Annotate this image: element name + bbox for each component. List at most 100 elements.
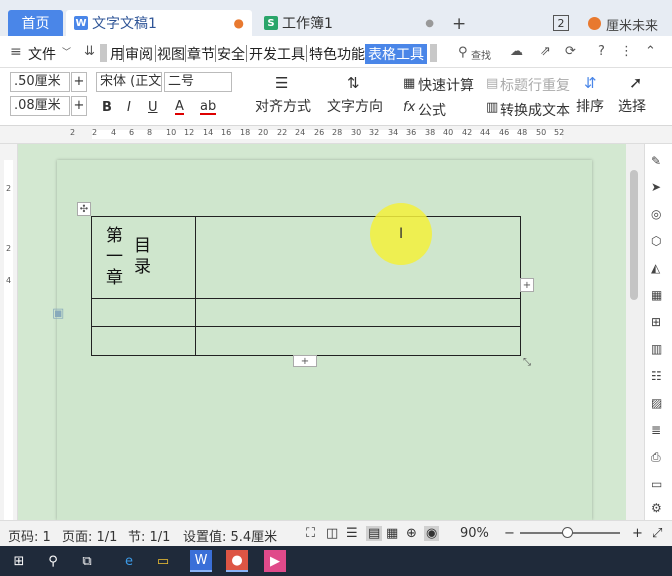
ruler-number: 8 (147, 128, 153, 137)
menu-item-view[interactable]: 视图 (157, 44, 185, 64)
document-table[interactable] (91, 216, 521, 356)
print-icon[interactable]: ⎙ (651, 450, 661, 465)
wps-writer-icon[interactable]: W (190, 550, 212, 572)
page-view-icon[interactable]: ▤ (366, 526, 383, 541)
search-icon[interactable]: ⚲ (458, 45, 468, 60)
outline-icon[interactable]: ☰ (346, 526, 358, 541)
repeat-title-icon: ▤ (486, 76, 499, 91)
sort-button[interactable]: 排序 (576, 96, 604, 116)
align-button[interactable]: 对齐方式 (255, 96, 311, 116)
sync-icon[interactable]: ⟳ (565, 44, 576, 59)
text-direction-icon: ⇅ (347, 74, 360, 92)
formula-button[interactable]: 公式 (418, 100, 446, 120)
highlight-button[interactable]: ab (200, 100, 217, 115)
shapes-icon[interactable]: ⬡ (651, 234, 661, 248)
chart-icon[interactable]: ▥ (651, 342, 662, 356)
cloud-icon[interactable]: ☁ (510, 44, 523, 59)
wps-app-icon[interactable]: ● (226, 550, 248, 572)
zoom-slider-knob[interactable] (562, 527, 573, 538)
convert-text-button[interactable]: 转换成文本 (500, 100, 570, 120)
share-icon[interactable]: ⇗ (540, 44, 551, 59)
menu-item-reference[interactable]: 用 (110, 44, 124, 64)
italic-button[interactable]: I (127, 100, 131, 115)
fit-window-icon[interactable]: ⛶ (306, 526, 315, 541)
more-arrow-icon[interactable]: ⇊ (84, 44, 95, 59)
ruler-number: 14 (203, 128, 214, 137)
repeat-title-button[interactable]: 标题行重复 (500, 75, 570, 95)
ruler-number: 48 (517, 128, 528, 137)
writing-mode-icon[interactable]: ▦ (386, 526, 398, 541)
user-name[interactable]: 厘米未来 (606, 15, 658, 34)
increase-width-button[interactable]: + (71, 96, 87, 116)
menu-file[interactable]: 文件 (28, 44, 56, 64)
fill-icon[interactable]: ◭ (651, 261, 660, 275)
zoom-in-button[interactable]: + (632, 526, 643, 541)
resize-table-icon[interactable]: ⤡ (520, 355, 534, 369)
windows-start-icon[interactable]: ⊞ (8, 550, 30, 572)
underline-button[interactable]: U (148, 100, 158, 115)
file-explorer-icon[interactable]: ▭ (152, 550, 174, 572)
settings-icon[interactable]: ⚙ (651, 501, 662, 515)
pointer-icon[interactable]: ➤ (651, 180, 661, 194)
help-icon[interactable]: ? (598, 44, 605, 59)
select-button[interactable]: 选择 (618, 96, 646, 116)
reading-mode-icon[interactable]: ◫ (326, 526, 338, 541)
menu-scroll-right[interactable] (430, 44, 437, 62)
menu-item-developer[interactable]: 开发工具 (249, 44, 305, 64)
tab-workbook[interactable]: S 工作簿1 ● (256, 10, 442, 36)
collapse-ribbon-icon[interactable]: ⌃ (645, 44, 656, 59)
tab-home-label: 首页 (21, 16, 50, 32)
zoom-out-button[interactable]: − (504, 526, 515, 541)
search-label[interactable]: 查找 (471, 47, 491, 62)
add-column-button[interactable]: + (520, 278, 534, 292)
bold-button[interactable]: B (102, 100, 112, 115)
font-color-button[interactable]: A (175, 100, 184, 115)
tab-home[interactable]: 首页 (8, 10, 63, 36)
menu-item-features[interactable]: 特色功能 (309, 44, 365, 64)
ruler-number: 50 (536, 128, 547, 137)
chevron-down-icon[interactable]: ﹀ (62, 45, 71, 58)
grid-icon[interactable]: ⊞ (651, 315, 661, 329)
menu-item-security[interactable]: 安全 (217, 44, 245, 64)
hamburger-icon[interactable]: ≡ (10, 44, 22, 60)
image-icon[interactable]: ▨ (651, 396, 662, 410)
user-avatar[interactable] (588, 17, 601, 30)
pen-icon[interactable]: ✎ (651, 154, 661, 168)
col-width-field[interactable]: .08厘米 (10, 96, 70, 116)
menu-item-review[interactable]: 审阅 (125, 44, 153, 64)
task-view-icon[interactable]: ⧉ (76, 550, 98, 572)
quick-calc-button[interactable]: 快速计算 (418, 75, 474, 95)
web-view-icon[interactable]: ⊕ (406, 526, 417, 541)
archive-icon[interactable]: ▭ (651, 477, 662, 491)
tab-document[interactable]: W 文字文稿1 ● (66, 10, 252, 36)
table-move-handle-icon[interactable]: ✣ (77, 202, 91, 216)
edge-browser-icon[interactable]: e (118, 550, 140, 572)
window-count-badge[interactable]: 2 (553, 15, 569, 31)
font-size-select[interactable]: 二号 (164, 72, 232, 92)
menu-item-table-tools[interactable]: 表格工具 (365, 44, 427, 64)
table-cell-toc[interactable]: 目录 (128, 236, 153, 278)
zoom-level[interactable]: 90% (460, 526, 489, 541)
eye-protection-icon[interactable]: ◉ (424, 526, 440, 541)
location-icon[interactable]: ◎ (651, 207, 661, 221)
fullscreen-icon[interactable]: ⤢ (652, 526, 662, 541)
table-cell-chapter[interactable]: 第一章 (100, 226, 125, 289)
menu-item-section[interactable]: 章节 (187, 44, 215, 64)
ruler-number: 24 (295, 128, 306, 137)
sliders-icon[interactable]: ☷ (651, 369, 662, 383)
row-height-field[interactable]: .50厘米 (10, 72, 70, 92)
search-taskbar-icon[interactable]: ⚲ (42, 550, 64, 572)
menu-scroll-left[interactable] (100, 44, 107, 62)
scroll-thumb[interactable] (630, 170, 638, 300)
new-tab-button[interactable]: + (452, 14, 466, 34)
more-icon[interactable]: ⋮ (620, 44, 633, 59)
increase-height-button[interactable]: + (71, 72, 87, 92)
font-name-select[interactable]: 宋体 (正文) (96, 72, 162, 92)
paragraph-marker-icon[interactable]: ▣ (52, 306, 64, 321)
list-icon[interactable]: ≣ (651, 423, 661, 437)
add-row-button[interactable]: + (293, 355, 317, 367)
table-icon[interactable]: ▦ (651, 288, 662, 302)
app-icon[interactable]: ▶ (264, 550, 286, 572)
windows-taskbar (0, 546, 672, 576)
text-direction-button[interactable]: 文字方向 (327, 96, 383, 116)
